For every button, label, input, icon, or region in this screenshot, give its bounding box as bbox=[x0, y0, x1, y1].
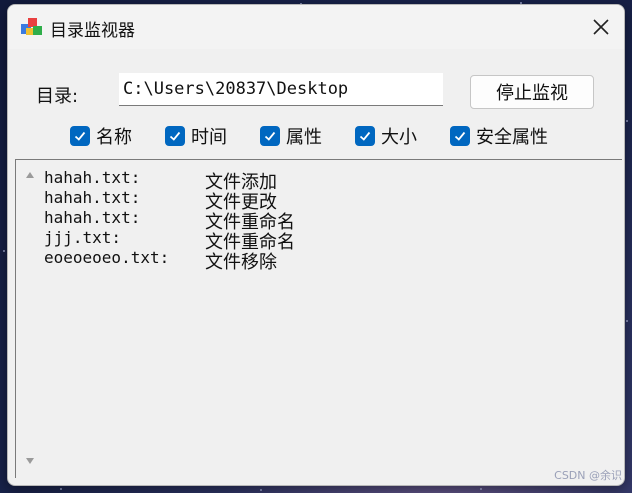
checkbox-label: 属性 bbox=[286, 127, 322, 148]
check-icon bbox=[165, 126, 185, 146]
window-title: 目录监视器 bbox=[50, 21, 135, 41]
log-row: hahah.txt: 文件更改 bbox=[44, 188, 277, 213]
log-row: hahah.txt: 文件重命名 bbox=[44, 208, 295, 233]
watermark: CSDN @余识 bbox=[554, 469, 622, 482]
log-file-name: hahah.txt: bbox=[44, 168, 141, 187]
log-file-name: jjj.txt: bbox=[44, 228, 122, 247]
close-icon bbox=[593, 19, 609, 35]
check-icon bbox=[70, 126, 90, 146]
log-action: 文件更改 bbox=[205, 192, 277, 213]
stop-monitor-button[interactable]: 停止监视 bbox=[470, 75, 594, 109]
scroll-up-arrow-icon[interactable] bbox=[25, 170, 35, 180]
checkbox-attributes[interactable]: 属性 bbox=[260, 124, 322, 148]
checkbox-size[interactable]: 大小 bbox=[355, 124, 417, 148]
checkbox-label: 大小 bbox=[381, 127, 417, 148]
log-file-name: eoeoeoeo.txt: bbox=[44, 248, 170, 267]
checkbox-label: 名称 bbox=[96, 127, 132, 148]
scroll-down-arrow-icon[interactable] bbox=[25, 456, 35, 466]
checkbox-name[interactable]: 名称 bbox=[70, 124, 132, 148]
title-bar[interactable]: 目录监视器 bbox=[8, 5, 624, 49]
checkbox-label: 安全属性 bbox=[476, 127, 548, 148]
checkbox-security-attributes[interactable]: 安全属性 bbox=[450, 124, 548, 148]
log-action: 文件添加 bbox=[205, 172, 277, 193]
directory-label: 目录: bbox=[36, 86, 79, 107]
close-button[interactable] bbox=[578, 5, 624, 49]
checkbox-time[interactable]: 时间 bbox=[165, 124, 227, 148]
checkbox-label: 时间 bbox=[191, 127, 227, 148]
log-list[interactable]: hahah.txt: 文件添加 hahah.txt: 文件更改 hahah.tx… bbox=[15, 159, 622, 478]
app-cubes-icon bbox=[21, 18, 42, 35]
log-file-name: hahah.txt: bbox=[44, 188, 141, 207]
log-file-name: hahah.txt: bbox=[44, 208, 141, 227]
check-icon bbox=[355, 126, 375, 146]
log-row: hahah.txt: 文件添加 bbox=[44, 168, 277, 193]
log-action: 文件重命名 bbox=[205, 212, 295, 233]
log-row: jjj.txt: 文件重命名 bbox=[44, 228, 295, 253]
log-action: 文件移除 bbox=[205, 252, 277, 273]
log-action: 文件重命名 bbox=[205, 232, 295, 253]
check-icon bbox=[260, 126, 280, 146]
log-row: eoeoeoeo.txt: 文件移除 bbox=[44, 248, 277, 273]
app-window: 目录监视器 目录: 停止监视 名称 时间 属性 大小 安全属性 hahah.tx… bbox=[7, 4, 625, 486]
directory-input[interactable] bbox=[119, 73, 443, 106]
check-icon bbox=[450, 126, 470, 146]
